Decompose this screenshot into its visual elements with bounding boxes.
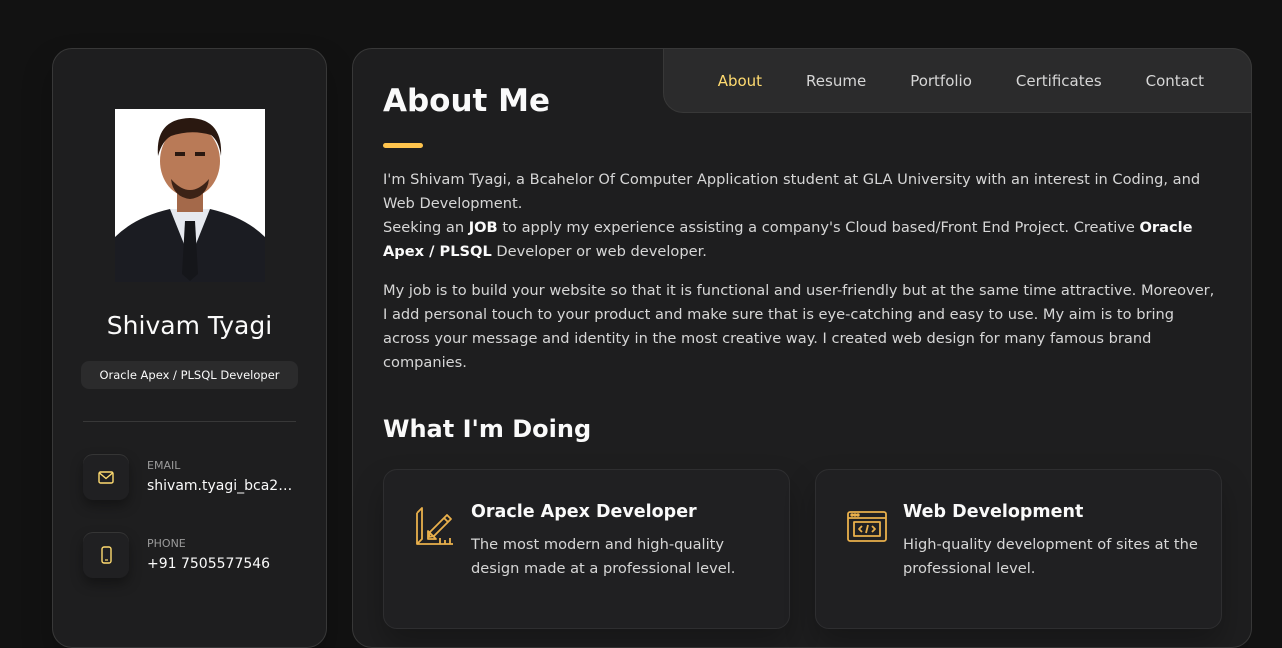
phone-icon (83, 532, 129, 578)
nav-certificates[interactable]: Certificates (1016, 72, 1102, 90)
profile-sidebar: Shivam Tyagi Oracle Apex / PLSQL Develop… (52, 48, 327, 648)
contact-label: EMAIL (147, 459, 181, 472)
email-link[interactable]: shivam.tyagi_bca21... (147, 478, 299, 494)
about-paragraph-1: I'm Shivam Tyagi, a Bcahelor Of Computer… (383, 168, 1223, 264)
nav-contact[interactable]: Contact (1146, 72, 1204, 90)
navbar: About Resume Portfolio Certificates Cont… (663, 48, 1252, 113)
contact-email: EMAIL shivam.tyagi_bca21... (83, 454, 308, 502)
profile-name: Shivam Tyagi (106, 311, 273, 340)
about-job-emphasis: JOB (468, 219, 498, 236)
service-text: The most modern and high-quality design … (471, 536, 736, 577)
service-card-oracle: Oracle Apex Developer The most modern an… (383, 469, 790, 629)
mail-icon (83, 454, 129, 500)
service-title: Web Development (903, 502, 1084, 522)
services-title: What I'm Doing (383, 415, 592, 443)
main-panel: About Resume Portfolio Certificates Cont… (352, 48, 1252, 648)
code-icon (846, 505, 888, 547)
service-card-web: Web Development High-quality development… (815, 469, 1222, 629)
about-paragraph-2: My job is to build your website so that … (383, 282, 1215, 371)
about-text: Developer or web developer. (491, 243, 707, 260)
phone-link[interactable]: +91 7505577546 (147, 556, 299, 572)
profile-title-badge: Oracle Apex / PLSQL Developer (81, 361, 298, 389)
nav-portfolio[interactable]: Portfolio (910, 72, 972, 90)
design-icon (414, 505, 456, 547)
about-text: to apply my experience assisting a compa… (497, 219, 1140, 236)
title-underline (383, 143, 423, 148)
nav-resume[interactable]: Resume (806, 72, 866, 90)
contact-label: PHONE (147, 537, 186, 550)
page-title: About Me (383, 83, 551, 119)
service-text: High-quality development of sites at the… (903, 536, 1198, 577)
service-title: Oracle Apex Developer (471, 502, 697, 522)
sidebar-divider (83, 421, 296, 422)
about-text: Seeking an (383, 219, 469, 236)
about-intro-text: I'm Shivam Tyagi, a Bcahelor Of Computer… (383, 171, 1201, 212)
nav-about[interactable]: About (718, 72, 762, 90)
contact-phone: PHONE +91 7505577546 (83, 532, 308, 580)
avatar (115, 109, 265, 282)
